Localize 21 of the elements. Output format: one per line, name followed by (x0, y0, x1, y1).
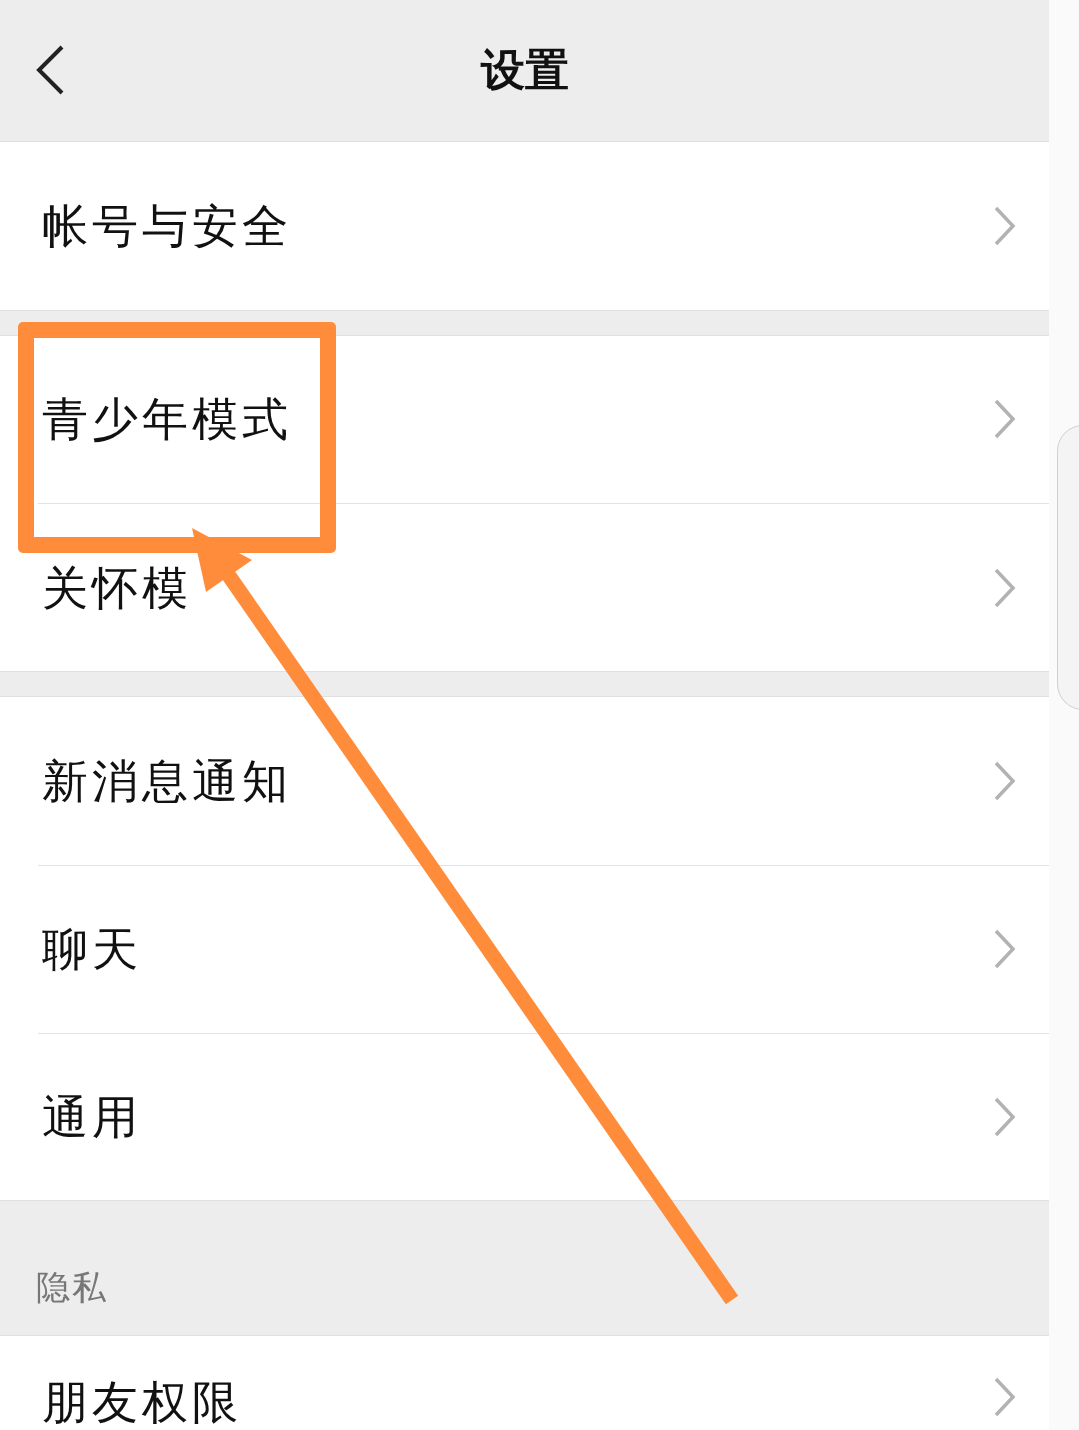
row-label: 新消息通知 (42, 754, 292, 807)
row-label: 朋友权限 (42, 1376, 242, 1429)
chevron-right-icon (993, 1376, 1017, 1419)
back-icon[interactable] (34, 44, 66, 96)
chevron-right-icon (993, 928, 1017, 971)
chevron-right-icon (993, 1095, 1017, 1138)
settings-row[interactable]: 帐号与安全 (38, 141, 1049, 310)
settings-row[interactable]: 朋友权限 (38, 1336, 1049, 1430)
page-title: 设置 (480, 42, 569, 97)
chevron-right-icon (993, 398, 1017, 441)
settings-row[interactable]: 新消息通知 (38, 697, 1049, 865)
row-label: 通用 (42, 1090, 142, 1143)
chevron-right-icon (993, 759, 1017, 802)
section-label: 隐私 (36, 1266, 108, 1310)
row-label: 青少年模式 (42, 393, 292, 446)
row-label: 关怀模 (42, 561, 192, 614)
row-label: 聊天 (42, 923, 142, 976)
chevron-right-icon (993, 204, 1017, 247)
row-label: 帐号与安全 (42, 199, 292, 252)
settings-row[interactable]: 青少年模式 (38, 335, 1049, 504)
chevron-right-icon (993, 566, 1017, 609)
